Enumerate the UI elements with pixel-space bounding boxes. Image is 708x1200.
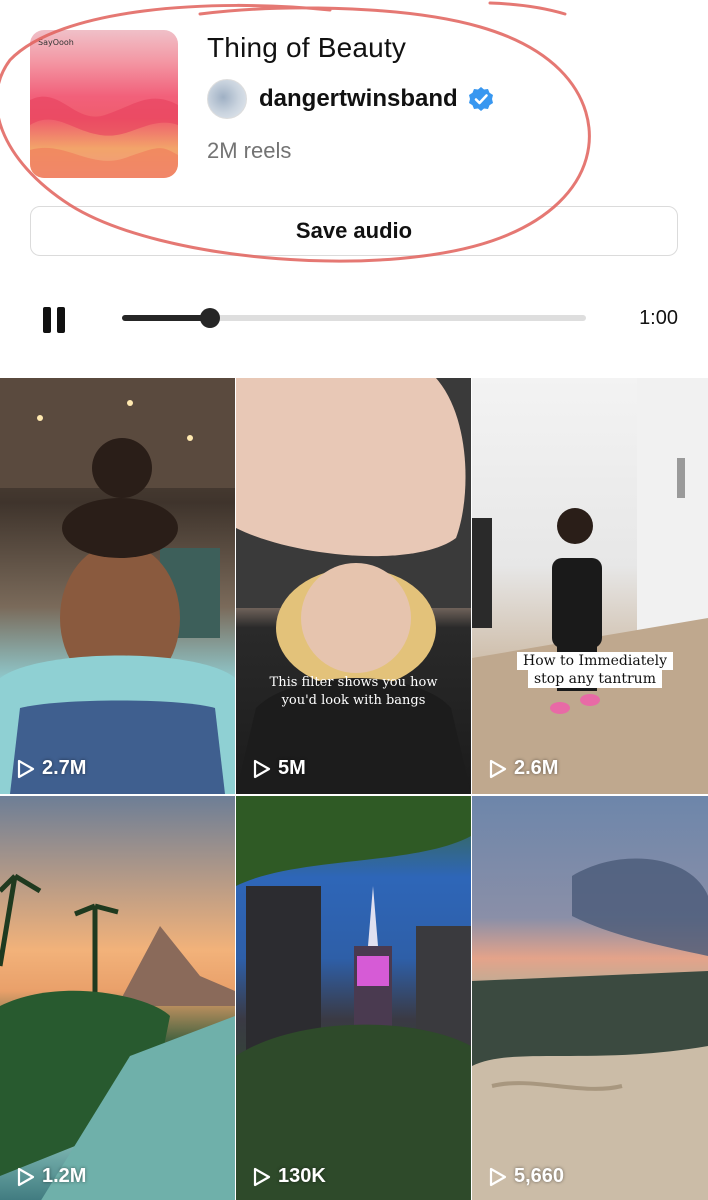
audio-header: SayOooh Thing of Beauty dangertwinsband … <box>0 0 708 280</box>
audio-player: 1:00 <box>0 295 708 345</box>
reel-caption: How to Immediately stop any tantrum <box>506 652 684 689</box>
artist-name[interactable]: dangertwinsband <box>259 85 458 113</box>
view-count: 2.7M <box>14 757 86 780</box>
verified-badge-icon <box>468 87 493 111</box>
reel-thumbnail-2 <box>236 378 471 794</box>
reel-thumbnail-4 <box>0 873 235 1200</box>
duration-label: 1:00 <box>639 307 678 329</box>
play-icon <box>253 759 271 778</box>
play-icon <box>489 759 507 778</box>
play-icon <box>17 759 35 778</box>
view-count: 1.2M <box>14 1165 86 1188</box>
reel-tile[interactable]: This filter shows you how you'd look wit… <box>236 378 471 794</box>
pause-icon[interactable] <box>43 307 67 333</box>
reel-tile[interactable]: 130K <box>236 796 471 1200</box>
reel-thumbnail-5 <box>236 796 471 1200</box>
view-count: 5M <box>250 757 306 780</box>
album-cover[interactable]: SayOooh <box>30 30 178 178</box>
view-count: 130K <box>250 1165 326 1188</box>
reels-count: 2M reels <box>207 138 292 163</box>
cover-wave-art <box>30 96 178 178</box>
view-count: 5,660 <box>486 1165 564 1188</box>
progress-track[interactable] <box>122 308 586 328</box>
play-icon <box>17 1167 35 1186</box>
reel-caption: This filter shows you how you'd look wit… <box>269 675 438 708</box>
audio-title: Thing of Beauty <box>207 32 407 63</box>
reels-grid: 2.7M This filter shows you how you'd loo… <box>0 378 708 1200</box>
reel-thumbnail-1 <box>0 378 235 794</box>
reel-tile[interactable]: 2.7M <box>0 378 235 794</box>
progress-thumb[interactable] <box>200 308 221 328</box>
save-audio-button[interactable]: Save audio <box>30 206 678 256</box>
view-count: 2.6M <box>486 757 558 780</box>
reel-thumbnail-3 <box>472 378 708 794</box>
artist-avatar[interactable] <box>207 79 247 119</box>
progress-fill <box>122 315 211 321</box>
play-icon <box>489 1167 507 1186</box>
reel-tile[interactable]: 1.2M <box>0 796 235 1200</box>
play-icon <box>253 1167 271 1186</box>
reel-tile[interactable]: 5,660 <box>472 796 708 1200</box>
artist-row[interactable]: dangertwinsband <box>207 78 494 120</box>
reel-tile[interactable]: How to Immediately stop any tantrum 2.6M <box>472 378 708 794</box>
reel-thumbnail-6 <box>472 858 708 1200</box>
